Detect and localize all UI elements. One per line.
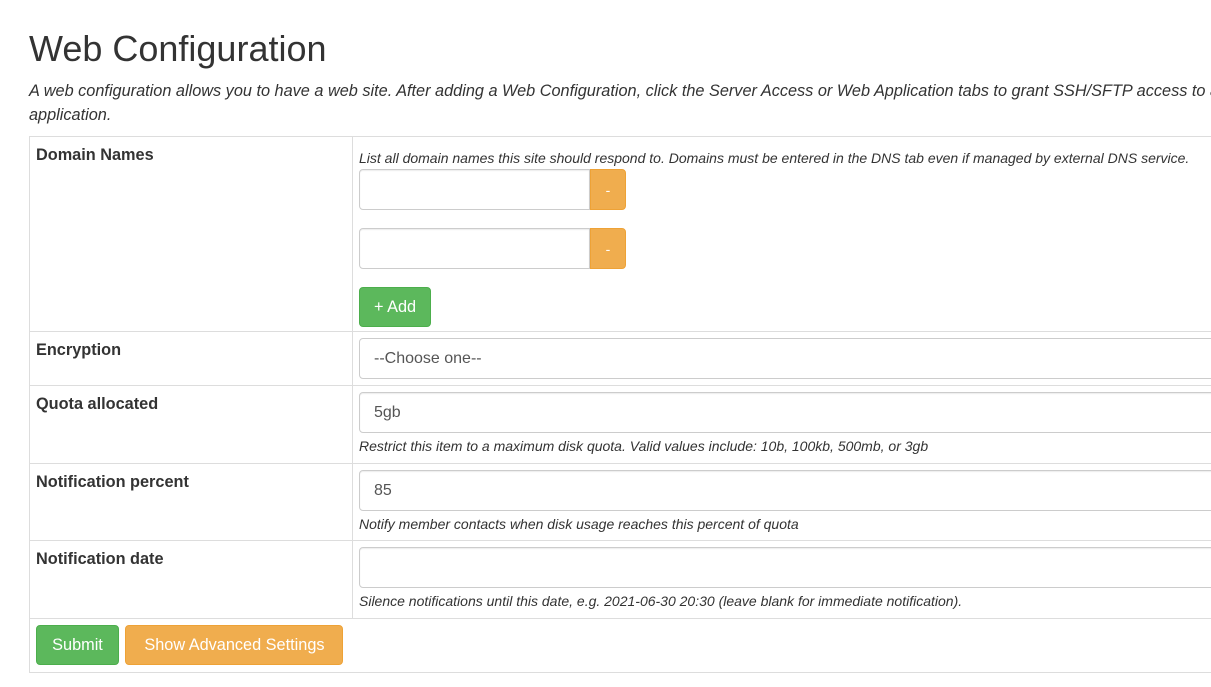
actions-row: Submit Show Advanced Settings — [29, 618, 1211, 673]
notification-date-input[interactable] — [359, 547, 1211, 588]
domain-entry: - — [359, 169, 1211, 210]
notification-percent-help: Notify member contacts when disk usage r… — [359, 516, 799, 532]
notification-percent-label: Notification percent — [36, 473, 189, 491]
domain-names-label: Domain Names — [36, 146, 154, 164]
domain-entry: - — [359, 228, 1211, 269]
quota-row: Quota allocated Restrict this item to a … — [29, 385, 1211, 464]
quota-input[interactable] — [359, 392, 1211, 433]
encryption-selected-value: --Choose one-- — [374, 349, 482, 367]
notification-date-label: Notification date — [36, 550, 164, 568]
web-configuration-form: Domain Names List all domain names this … — [29, 136, 1211, 673]
remove-domain-button-1[interactable]: - — [590, 169, 626, 210]
quota-label: Quota allocated — [36, 395, 159, 413]
notification-percent-input[interactable] — [359, 470, 1211, 511]
notification-percent-row: Notification percent Notify member conta… — [29, 463, 1211, 541]
domain-name-input-1[interactable] — [359, 169, 590, 210]
notification-date-row: Notification date Silence notifications … — [29, 540, 1211, 619]
encryption-label: Encryption — [36, 341, 122, 359]
encryption-select[interactable]: --Choose one-- — [359, 338, 1211, 379]
notification-date-help: Silence notifications until this date, e… — [359, 593, 963, 609]
domain-names-help: List all domain names this site should r… — [359, 150, 1190, 166]
add-domain-button[interactable]: + Add — [359, 287, 432, 327]
intro-text: A web configuration allows you to have a… — [29, 82, 1211, 124]
domain-names-row: Domain Names List all domain names this … — [29, 136, 1211, 332]
page-title: Web Configuration — [29, 28, 327, 69]
remove-domain-button-2[interactable]: - — [590, 228, 626, 269]
submit-button[interactable]: Submit — [36, 625, 119, 665]
show-advanced-settings-button[interactable]: Show Advanced Settings — [125, 625, 344, 665]
encryption-row: Encryption --Choose one-- — [29, 331, 1211, 386]
quota-help: Restrict this item to a maximum disk quo… — [359, 438, 929, 454]
domain-name-input-2[interactable] — [359, 228, 590, 269]
